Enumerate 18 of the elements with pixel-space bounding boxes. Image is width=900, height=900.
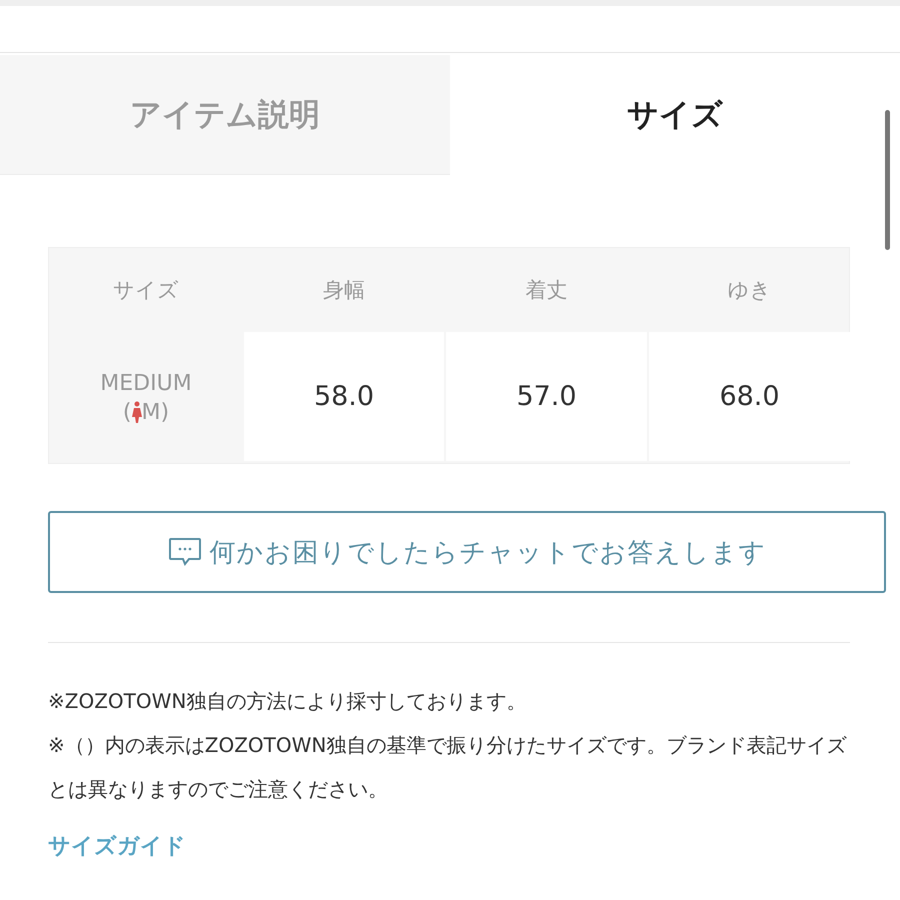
column-header: 身幅 [322,277,366,304]
woman-icon [132,401,142,423]
chat-bubble-icon [168,537,202,567]
table-cell: 68.0 [649,332,850,461]
column-header: 着丈 [524,277,568,304]
scrollbar[interactable] [885,110,890,250]
column-header: ゆき [726,277,772,304]
table-cell: 57.0 [446,332,647,461]
size-guide-link[interactable]: サイズガイド [48,831,186,861]
size-name: MEDIUM [100,370,192,396]
size-code-open: ( [122,400,132,424]
chat-button[interactable]: 何かお困りでしたらチャットでお答えします [48,511,886,593]
table-cell: 58.0 [244,332,444,461]
tab[interactable]: アイテム説明 [0,55,450,175]
size-code: M) [142,400,170,424]
note-text: ※ZOZOTOWN独自の方法により採寸しております。 [48,688,528,715]
column-header: サイズ [112,277,180,304]
note-text: ※（）内の表示はZOZOTOWN独自の基準で振り分けたサイズです。ブランド表記サイズとは異なりますのでご注意ください。 [48,732,848,803]
